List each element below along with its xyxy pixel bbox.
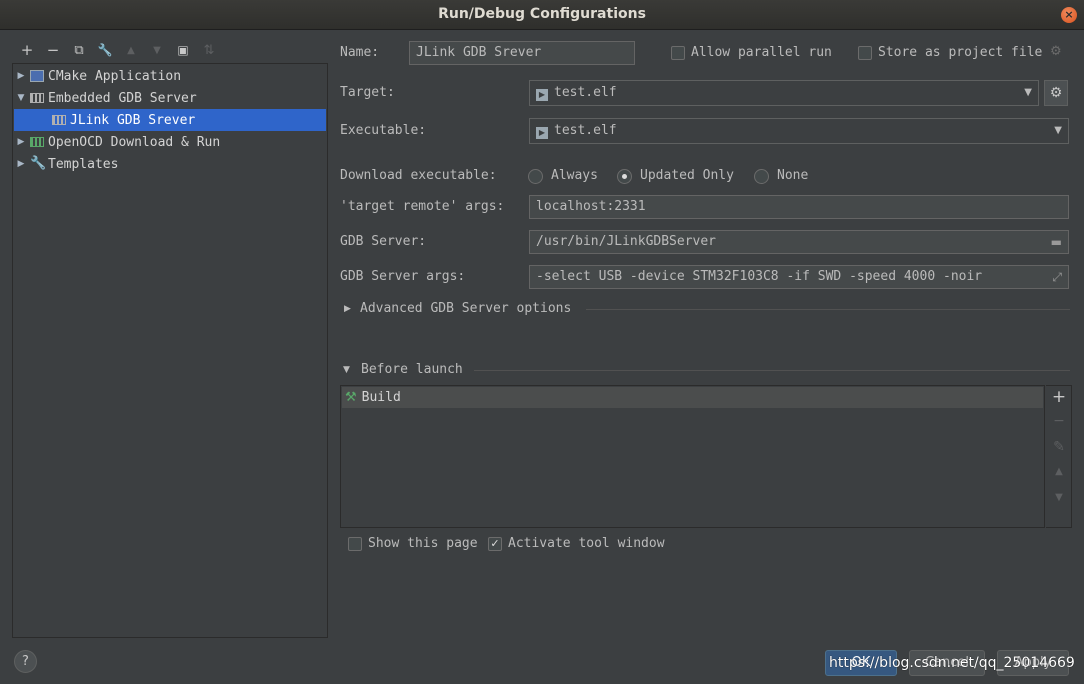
target-remote-label: 'target remote' args: — [340, 199, 505, 214]
store-project-label: Store as project file — [878, 45, 1043, 60]
target-label: Target: — [340, 85, 395, 100]
tree-item-label: Templates — [48, 156, 119, 172]
gear-icon: ⚙ — [1049, 85, 1063, 101]
expand-arrow-icon[interactable]: ▶ — [14, 137, 28, 147]
download-label: Download executable: — [340, 168, 497, 183]
folder-icon[interactable]: ▣ — [170, 40, 196, 60]
openocd-chip-icon — [30, 137, 44, 147]
radio-updated-only-label: Updated Only — [640, 168, 734, 183]
remove-icon[interactable]: − — [40, 40, 66, 60]
advanced-separator — [586, 309, 1070, 310]
hammer-icon: ⚒ — [345, 390, 357, 405]
build-label: Build — [361, 390, 401, 405]
gdb-server-args-input[interactable]: -select USB -device STM32F103C8 -if SWD … — [529, 265, 1069, 289]
name-input[interactable]: JLink GDB Srever — [409, 41, 635, 65]
executable-icon: ▶ — [536, 127, 548, 139]
add-task-icon[interactable]: + — [1046, 387, 1072, 407]
executable-value: test.elf — [554, 123, 617, 138]
config-toolbar: + − ⧉ 🔧 ▲ ▼ ▣ ⇅ — [14, 40, 222, 60]
radio-updated-only[interactable] — [617, 169, 632, 184]
tree-item-openocd-download-run[interactable]: ▶ OpenOCD Download & Run — [14, 131, 326, 153]
expand-arrow-icon[interactable]: ▶ — [14, 71, 28, 81]
remove-task-icon[interactable]: − — [1046, 413, 1072, 429]
tree-item-templates[interactable]: ▶ 🔧 Templates — [14, 153, 326, 175]
radio-always[interactable] — [528, 169, 543, 184]
add-icon[interactable]: + — [14, 40, 40, 60]
gdb-server-args-label: GDB Server args: — [340, 269, 466, 284]
list-item[interactable]: ⚒ Build — [342, 387, 1043, 408]
folder-browse-icon[interactable]: ▬ — [1051, 231, 1062, 253]
settings-gear-icon[interactable]: ⚙ — [1050, 44, 1062, 59]
tree-item-label: OpenOCD Download & Run — [48, 134, 221, 150]
tree-item-label: CMake Application — [48, 68, 182, 84]
move-up-icon[interactable]: ▲ — [118, 40, 144, 60]
allow-parallel-checkbox[interactable] — [671, 46, 685, 60]
sort-icon[interactable]: ⇅ — [196, 40, 222, 60]
allow-parallel-label: Allow parallel run — [691, 45, 832, 60]
expand-field-icon[interactable]: ⤢ — [1052, 266, 1062, 288]
move-down-icon[interactable]: ▼ — [144, 40, 170, 60]
store-project-checkbox[interactable] — [858, 46, 872, 60]
help-button[interactable]: ? — [14, 650, 37, 673]
move-down-icon[interactable]: ▼ — [1046, 492, 1072, 503]
tree-item-jlink-gdb-srever[interactable]: JLink GDB Srever — [14, 109, 326, 131]
gdb-server-label: GDB Server: — [340, 234, 427, 249]
tree-item-label: Embedded GDB Server — [48, 90, 197, 106]
cmake-app-icon — [30, 70, 44, 82]
title-bar: Run/Debug Configurations × — [0, 0, 1084, 30]
gdb-server-value: /usr/bin/JLinkGDBServer — [536, 234, 717, 249]
tree-item-cmake-application[interactable]: ▶ CMake Application — [14, 65, 326, 87]
target-select[interactable]: ▶ test.elf ▼ — [529, 80, 1039, 106]
chip-icon — [52, 115, 66, 125]
collapse-arrow-icon[interactable]: ▼ — [14, 93, 28, 103]
before-launch-list: ⚒ Build — [340, 385, 1045, 528]
before-launch-separator — [474, 370, 1070, 371]
executable-label: Executable: — [340, 123, 427, 138]
expand-arrow-icon[interactable]: ▶ — [344, 301, 351, 317]
show-page-label: Show this page — [368, 536, 478, 551]
radio-always-label: Always — [551, 168, 598, 183]
config-tree: ▶ CMake Application ▼ Embedded GDB Serve… — [12, 63, 328, 638]
wrench-icon: 🔧 — [30, 156, 47, 171]
gdb-server-input[interactable]: /usr/bin/JLinkGDBServer ▬ — [529, 230, 1069, 254]
move-up-icon[interactable]: ▲ — [1046, 466, 1072, 477]
tree-item-label: JLink GDB Srever — [70, 112, 196, 128]
radio-none-label: None — [777, 168, 809, 183]
collapse-arrow-icon[interactable]: ▼ — [343, 362, 350, 378]
chip-icon — [30, 93, 44, 103]
executable-select[interactable]: ▶ test.elf ▼ — [529, 118, 1069, 144]
activate-tool-label: Activate tool window — [508, 536, 665, 551]
target-remote-input[interactable]: localhost:2331 — [529, 195, 1069, 219]
name-label: Name: — [340, 45, 380, 60]
copy-icon[interactable]: ⧉ — [66, 40, 92, 60]
advanced-options-toggle[interactable]: Advanced GDB Server options — [360, 301, 571, 316]
watermark: https://blog.csdn.net/qq_25014669 — [829, 655, 1075, 671]
window-title: Run/Debug Configurations — [438, 6, 646, 22]
tree-item-embedded-gdb-server[interactable]: ▼ Embedded GDB Server — [14, 87, 326, 109]
activate-tool-checkbox[interactable]: ✓ — [488, 537, 502, 551]
before-launch-tools: + − ✎ ▲ ▼ — [1046, 385, 1072, 528]
chevron-down-icon: ▼ — [1024, 87, 1032, 98]
close-button[interactable]: × — [1061, 7, 1077, 23]
target-settings-button[interactable]: ⚙ — [1044, 80, 1068, 106]
gdb-server-args-value: -select USB -device STM32F103C8 -if SWD … — [536, 269, 983, 284]
before-launch-toggle[interactable]: Before launch — [361, 362, 463, 377]
wrench-icon[interactable]: 🔧 — [92, 40, 118, 60]
show-page-checkbox[interactable] — [348, 537, 362, 551]
edit-task-icon[interactable]: ✎ — [1046, 439, 1072, 455]
expand-arrow-icon[interactable]: ▶ — [14, 159, 28, 169]
target-value: test.elf — [554, 85, 617, 100]
chevron-down-icon: ▼ — [1054, 125, 1062, 136]
radio-none[interactable] — [754, 169, 769, 184]
executable-icon: ▶ — [536, 89, 548, 101]
